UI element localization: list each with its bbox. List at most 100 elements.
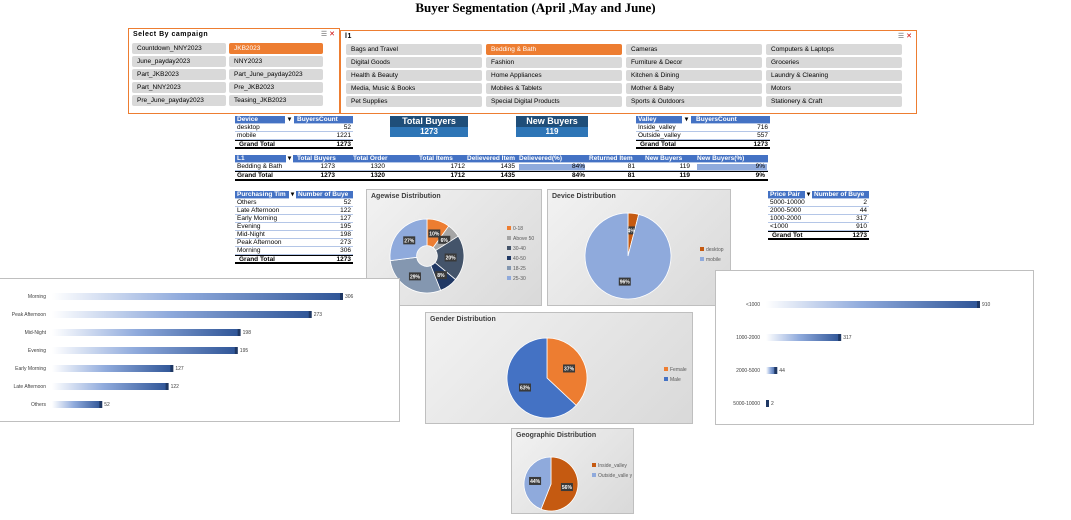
l1-slicer-item[interactable]: Laundry & Cleaning [766,70,902,81]
campaign-slicer-item[interactable]: Pre_JKB2023 [229,82,323,93]
price-pair-pivot-table: Price Pair ▾ Number of Buye 5000-10000 2 200… [768,191,869,247]
row-label: Evening [237,223,261,230]
data-label: 96% [620,280,631,286]
legend-label: mobile [706,257,721,263]
l1-total-cell: 84% [571,172,585,179]
row-value: 2 [863,199,867,206]
legend-label: Inside_valley [598,463,627,469]
campaign-slicer-item[interactable]: NNY2023 [229,56,323,67]
legend-label: desktop [706,247,724,253]
campaign-slicer-item[interactable]: JKB2023 [229,43,323,54]
category-label: 2000-5000 [736,368,760,374]
device-distribution-chart[interactable]: Device Distribution 4% 96% desktop mobile [547,189,731,306]
l1-column-header: Total Buyers [297,155,336,162]
row-label: Mid-Night [237,231,265,238]
bar [52,383,168,390]
filter-dropdown-icon[interactable]: ▾ [286,155,293,163]
pie-slice [584,212,672,300]
data-label: 44% [530,479,541,485]
campaign-slicer-item[interactable]: Pre_June_payday2023 [132,95,226,106]
filter-dropdown-icon[interactable]: ▾ [289,191,296,199]
bar-value: 52 [104,402,110,408]
campaign-slicer-item[interactable]: June_payday2023 [132,56,226,67]
l1-slicer-item[interactable]: Cameras [626,44,762,55]
bar-end [237,329,241,336]
campaign-slicer-item[interactable]: Countdown_NNY2023 [132,43,226,54]
bar [52,347,237,354]
l1-slicer-item[interactable]: Bedding & Bath [486,44,622,55]
grand-total-row: Grand Total 1273 [235,255,353,264]
l1-slicer-item[interactable]: Kitchen & Dining [626,70,762,81]
legend-swatch [507,246,511,250]
data-label: 27% [404,238,415,244]
filter-dropdown-icon[interactable]: ▾ [805,191,812,199]
category-label: 1000-2000 [736,335,760,341]
legend-swatch [507,276,511,280]
l1-column-header: Total Items [419,155,453,162]
l1-slicer-item[interactable]: Groceries [766,57,902,68]
l1-slicer-item[interactable]: Health & Beauty [346,70,482,81]
legend-label: 30-40 [513,246,526,252]
l1-cell: 81 [627,163,635,170]
geographic-distribution-chart[interactable]: Geographic Distribution 56% 44% Inside_val… [511,428,634,514]
bar [766,334,841,341]
legend-swatch [700,247,704,251]
clear-filter-icon[interactable]: ✕ [329,31,335,38]
row-label: Inside_valley [638,124,676,131]
l1-slicer-item[interactable]: Stationery & Craft [766,96,902,107]
l1-slicer-item[interactable]: Motors [766,83,902,94]
l1-slicer-item[interactable]: Sports & Outdoors [626,96,762,107]
bar [52,401,102,408]
l1-slicer-item[interactable]: Furniture & Decor [626,57,762,68]
bar-end [340,293,343,300]
price-pair-bar-chart[interactable]: <1000 910 1000-2000 317 2000-5000 44 5000-1000… [715,270,1034,425]
l1-slicer-item[interactable]: Mobiles & Tablets [486,83,622,94]
campaign-slicer-item[interactable]: Part_JKB2023 [132,69,226,80]
total-buyers-label: Total Buyers [390,116,468,127]
l1-slicer-item[interactable]: Mother & Baby [626,83,762,94]
l1-total-cell: Grand Total [237,172,273,179]
data-label: 56% [562,485,573,491]
l1-slicer-item[interactable]: Media, Music & Books [346,83,482,94]
number-of-buyers-header: Number of Buye [814,191,865,198]
l1-slicer-item[interactable]: Fashion [486,57,622,68]
table-row: Mid-Night 198 [235,231,353,239]
legend-swatch [664,367,668,371]
category-label: Early Morning [15,366,46,372]
clear-filter-icon[interactable]: ✕ [906,33,912,40]
bar-end [165,383,169,390]
new-buyers-kpi: New Buyers 119 [516,116,588,137]
data-label: 63% [520,386,531,392]
bar-value: 198 [243,330,252,336]
bar-end [170,365,174,372]
total-label: Grand Total [239,256,275,263]
legend-swatch [592,463,596,467]
multi-select-icon[interactable]: ☰ [321,31,327,38]
filter-dropdown-icon[interactable]: ▾ [285,116,294,124]
legend-swatch [664,377,668,381]
legend-label: 25-30 [513,276,526,282]
l1-slicer-item[interactable]: Pet Supplies [346,96,482,107]
row-value: 557 [757,132,768,139]
row-value: 317 [856,215,867,222]
bar-value: 306 [345,294,354,300]
multi-select-icon[interactable]: ☰ [898,33,904,40]
campaign-slicer-item[interactable]: Part_June_payday2023 [229,69,323,80]
l1-slicer-item[interactable]: Home Appliances [486,70,622,81]
row-label: 2000-5000 [770,207,802,214]
campaign-slicer-item[interactable]: Teasing_JKB2023 [229,95,323,106]
table-row: Evening 195 [235,223,353,231]
filter-dropdown-icon[interactable]: ▾ [682,116,691,124]
l1-cell: 1712 [450,163,465,170]
gender-distribution-chart[interactable]: Gender Distribution 37% 63% Female Male [425,312,693,424]
l1-cell: 84% [571,163,585,170]
purchasing-time-bar-chart[interactable]: Morning 306 Peak Afternoon 273 Mid-Night 198 E… [0,278,400,422]
campaign-slicer-item[interactable]: Part_NNY2023 [132,82,226,93]
legend-swatch [507,256,511,260]
l1-slicer-item[interactable]: Special Digital Products [486,96,622,107]
l1-slicer-item[interactable]: Bags and Travel [346,44,482,55]
bar-end [308,311,312,318]
total-label: Grand Total [640,141,676,148]
l1-slicer-item[interactable]: Computers & Laptops [766,44,902,55]
l1-slicer-item[interactable]: Digital Goods [346,57,482,68]
